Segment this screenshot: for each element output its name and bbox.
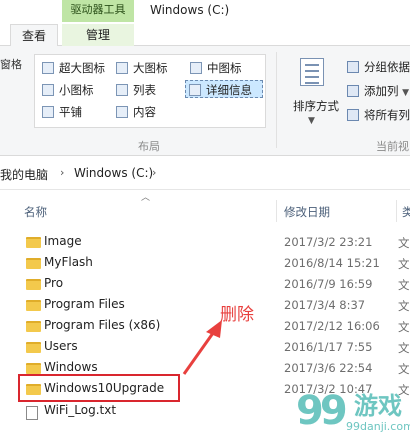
layout-group: 超大图标 大图标 中图标 小图标 列表 详细信息 平铺 内容	[34, 54, 266, 128]
file-type: 文	[398, 341, 410, 355]
layout-list[interactable]: 列表	[113, 81, 156, 99]
layout-content[interactable]: 内容	[113, 103, 156, 121]
file-name: Program Files	[44, 297, 125, 311]
column-divider[interactable]	[276, 200, 277, 222]
file-type: 文	[398, 299, 410, 313]
watermark: 99 游戏 99danji.com	[296, 382, 410, 440]
file-type: 文	[398, 320, 410, 334]
group-by-button[interactable]: 分组依据	[346, 58, 410, 76]
group-by-icon	[347, 61, 359, 73]
folder-icon	[26, 258, 41, 269]
breadcrumb-this-pc[interactable]: 我的电脑	[0, 166, 48, 183]
sort-icon	[300, 58, 324, 86]
watermark-text: 游戏	[354, 392, 402, 420]
chevron-right-icon[interactable]: ›	[60, 166, 64, 179]
layout-group-label: 布局	[138, 140, 160, 153]
file-type: 文	[398, 362, 410, 376]
window-title: Windows (C:)	[150, 3, 230, 17]
folder-icon	[26, 237, 41, 248]
drive-tools-context-label: 驱动器工具	[62, 0, 134, 22]
file-date: 2016/1/17 7:55	[284, 340, 373, 354]
tab-view[interactable]: 查看	[10, 24, 58, 47]
ribbon: 窗格 超大图标 大图标 中图标 小图标 列表 详细信息 平铺 内容 布局 排序方…	[0, 46, 410, 156]
highlight-box	[18, 374, 180, 402]
current-view-group-label: 当前视	[376, 140, 409, 153]
layout-details[interactable]: 详细信息	[185, 80, 263, 98]
folder-icon	[26, 342, 41, 353]
folder-icon	[26, 321, 41, 332]
column-divider[interactable]	[396, 200, 397, 222]
folder-icon	[26, 363, 41, 374]
layout-extra-large-icons[interactable]: 超大图标	[39, 59, 105, 77]
layout-small-icons[interactable]: 小图标	[39, 81, 94, 99]
ribbon-separator	[276, 52, 277, 148]
breadcrumb-drive[interactable]: Windows (C:)	[74, 166, 153, 180]
file-name: Image	[44, 234, 82, 248]
file-name: Pro	[44, 276, 64, 290]
layout-medium-icons[interactable]: 中图标	[187, 59, 242, 77]
layout-tiles[interactable]: 平铺	[39, 103, 82, 121]
text-file-icon	[26, 406, 38, 420]
file-date: 2017/3/4 8:37	[284, 298, 366, 312]
watermark-url: 99danji.com	[346, 420, 410, 433]
size-columns-icon	[347, 109, 359, 121]
file-row[interactable]: Pro 2016/7/9 16:59 文	[16, 274, 410, 295]
medium-icons-icon	[190, 62, 202, 74]
file-row[interactable]: MyFlash 2016/8/14 15:21 文	[16, 253, 410, 274]
file-row[interactable]: Image 2017/3/2 23:21 文	[16, 232, 410, 253]
file-name: WiFi_Log.txt	[44, 403, 117, 417]
content-icon	[116, 106, 128, 118]
sort-ascending-icon: ︿	[141, 193, 151, 203]
ribbon-tabs: 查看 管理	[0, 24, 410, 47]
sort-by-label: 排序方式	[293, 99, 339, 113]
file-date: 2017/3/2 23:21	[284, 235, 373, 249]
sort-by-button[interactable]: 排序方式 ▼	[286, 52, 339, 132]
file-row[interactable]: Program Files 2017/3/4 8:37 文	[16, 295, 410, 316]
file-name: Program Files (x86)	[44, 318, 161, 332]
folder-icon	[26, 300, 41, 311]
large-icons-icon	[116, 62, 128, 74]
layout-large-icons[interactable]: 大图标	[113, 59, 168, 77]
annotation-arrow	[182, 320, 222, 375]
add-columns-button[interactable]: 添加列 ▼	[346, 82, 409, 100]
chevron-down-icon: ▼	[308, 116, 315, 126]
file-name: Users	[44, 339, 78, 353]
watermark-logo: 99	[296, 388, 348, 434]
file-date: 2016/8/14 15:21	[284, 256, 380, 270]
file-type: 文	[398, 278, 410, 292]
file-type: 文	[398, 257, 410, 271]
size-all-columns-button[interactable]: 将所有列	[346, 106, 410, 124]
file-name: Windows	[44, 360, 98, 374]
chevron-down-icon: ▼	[402, 88, 410, 98]
column-header-type[interactable]: 类	[402, 204, 410, 220]
column-header-name[interactable]: 名称	[24, 204, 47, 220]
title-bar: 驱动器工具 Windows (C:)	[0, 0, 410, 24]
tab-manage[interactable]: 管理	[62, 24, 134, 46]
file-name: MyFlash	[44, 255, 93, 269]
list-icon	[116, 84, 128, 96]
details-icon	[189, 84, 201, 96]
column-header-date[interactable]: 修改日期	[284, 204, 330, 220]
file-type: 文	[398, 236, 410, 250]
file-date: 2016/7/9 16:59	[284, 277, 373, 291]
folder-icon	[26, 279, 41, 290]
tiles-icon	[42, 106, 54, 118]
small-icons-icon	[42, 84, 54, 96]
add-columns-icon	[347, 85, 359, 97]
pane-label[interactable]: 窗格	[0, 56, 22, 72]
extra-large-icons-icon	[42, 62, 54, 74]
file-date: 2017/2/12 16:06	[284, 319, 380, 333]
address-bar[interactable]: 我的电脑 › Windows (C:) ›	[0, 158, 410, 190]
file-date: 2017/3/6 22:54	[284, 361, 373, 375]
chevron-right-icon[interactable]: ›	[152, 166, 156, 179]
